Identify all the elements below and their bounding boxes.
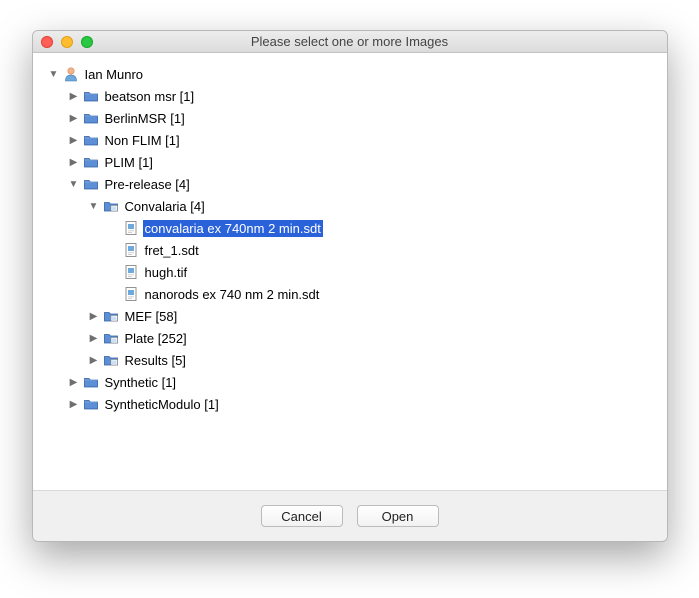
folder-icon: [83, 176, 99, 192]
image-file-icon: [123, 264, 139, 280]
chevron-right-icon[interactable]: ▶: [67, 377, 81, 388]
folder-icon: [83, 374, 99, 390]
folder-icon: [83, 154, 99, 170]
tree-folder-plim[interactable]: ▶ PLIM [1]: [45, 151, 655, 173]
chevron-right-icon[interactable]: ▶: [87, 311, 101, 322]
image-file-icon: [123, 286, 139, 302]
tree-user-root[interactable]: ▼ Ian Munro: [45, 63, 655, 85]
tree-file-hugh-tif[interactable]: ▶ hugh.tif: [45, 261, 655, 283]
tree-item-label: SyntheticModulo [1]: [103, 396, 221, 413]
chevron-down-icon[interactable]: ▼: [47, 69, 61, 80]
tree-folder-beatson[interactable]: ▶ beatson msr [1]: [45, 85, 655, 107]
image-file-icon: [123, 242, 139, 258]
tree-item-label: BerlinMSR [1]: [103, 110, 187, 127]
tree-folder-synthetic[interactable]: ▶ Synthetic [1]: [45, 371, 655, 393]
chevron-right-icon[interactable]: ▶: [87, 333, 101, 344]
tree-item-label: beatson msr [1]: [103, 88, 197, 105]
image-file-icon: [123, 220, 139, 236]
dataset-icon: [103, 198, 119, 214]
tree-item-label: hugh.tif: [143, 264, 190, 281]
chevron-right-icon[interactable]: ▶: [67, 157, 81, 168]
chevron-right-icon[interactable]: ▶: [67, 399, 81, 410]
open-button[interactable]: Open: [357, 505, 439, 527]
tree-item-label: fret_1.sdt: [143, 242, 201, 259]
traffic-lights: [41, 36, 93, 48]
tree-item-label: MEF [58]: [123, 308, 180, 325]
window-title: Please select one or more Images: [33, 34, 667, 49]
chevron-right-icon[interactable]: ▶: [67, 135, 81, 146]
tree-dataset-plate[interactable]: ▶ Plate [252]: [45, 327, 655, 349]
user-icon: [63, 66, 79, 82]
tree-item-label: Synthetic [1]: [103, 374, 179, 391]
tree-item-label: Results [5]: [123, 352, 188, 369]
button-bar: Cancel Open: [33, 491, 667, 541]
tree-dataset-results[interactable]: ▶ Results [5]: [45, 349, 655, 371]
dataset-icon: [103, 352, 119, 368]
tree-view[interactable]: ▼ Ian Munro ▶ beatson msr [1] ▶ BerlinMS…: [33, 53, 667, 491]
tree-folder-berlin[interactable]: ▶ BerlinMSR [1]: [45, 107, 655, 129]
tree-item-label: Convalaria [4]: [123, 198, 207, 215]
chevron-down-icon[interactable]: ▼: [87, 201, 101, 212]
titlebar[interactable]: Please select one or more Images: [33, 31, 667, 53]
tree-folder-prerelease[interactable]: ▼ Pre-release [4]: [45, 173, 655, 195]
cancel-button[interactable]: Cancel: [261, 505, 343, 527]
tree-folder-nonflim[interactable]: ▶ Non FLIM [1]: [45, 129, 655, 151]
minimize-icon[interactable]: [61, 36, 73, 48]
tree-dataset-convalaria[interactable]: ▼ Convalaria [4]: [45, 195, 655, 217]
chevron-down-icon[interactable]: ▼: [67, 179, 81, 190]
folder-icon: [83, 110, 99, 126]
tree-item-label: Non FLIM [1]: [103, 132, 182, 149]
tree-file-nanorods-sdt[interactable]: ▶ nanorods ex 740 nm 2 min.sdt: [45, 283, 655, 305]
chevron-right-icon[interactable]: ▶: [67, 113, 81, 124]
close-icon[interactable]: [41, 36, 53, 48]
dataset-icon: [103, 308, 119, 324]
tree-item-label: Plate [252]: [123, 330, 189, 347]
zoom-icon[interactable]: [81, 36, 93, 48]
dialog-window: Please select one or more Images ▼ Ian M…: [32, 30, 668, 542]
tree-folder-syntheticmodulo[interactable]: ▶ SyntheticModulo [1]: [45, 393, 655, 415]
tree-file-fret1-sdt[interactable]: ▶ fret_1.sdt: [45, 239, 655, 261]
chevron-right-icon[interactable]: ▶: [67, 91, 81, 102]
folder-icon: [83, 132, 99, 148]
tree-item-label: Ian Munro: [83, 66, 146, 83]
chevron-right-icon[interactable]: ▶: [87, 355, 101, 366]
tree-file-convalaria-sdt[interactable]: ▶ convalaria ex 740nm 2 min.sdt: [45, 217, 655, 239]
tree-item-label: PLIM [1]: [103, 154, 155, 171]
dataset-icon: [103, 330, 119, 346]
tree-dataset-mef[interactable]: ▶ MEF [58]: [45, 305, 655, 327]
tree-item-label: Pre-release [4]: [103, 176, 192, 193]
tree-item-label: convalaria ex 740nm 2 min.sdt: [143, 220, 323, 237]
folder-icon: [83, 88, 99, 104]
tree-item-label: nanorods ex 740 nm 2 min.sdt: [143, 286, 322, 303]
folder-icon: [83, 396, 99, 412]
